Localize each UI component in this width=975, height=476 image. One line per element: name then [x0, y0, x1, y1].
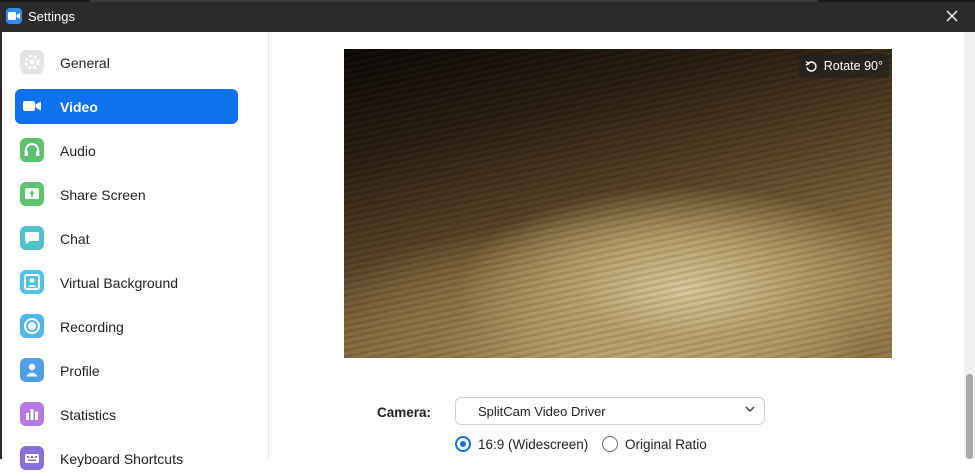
- headphones-icon: [20, 138, 44, 162]
- rotate-button[interactable]: Rotate 90°: [798, 54, 889, 78]
- radio-label: Original Ratio: [625, 436, 707, 452]
- sidebar-item-general[interactable]: General: [15, 45, 238, 80]
- person-icon: [20, 358, 44, 382]
- chevron-down-icon: [745, 406, 755, 413]
- sidebar-item-statistics[interactable]: Statistics: [15, 397, 238, 432]
- sidebar-item-profile[interactable]: Profile: [15, 353, 238, 388]
- settings-sidebar: General Video Audio Share Screen Chat Vi…: [2, 32, 269, 470]
- camera-label: Camera:: [377, 405, 432, 420]
- sidebar-item-label: General: [60, 55, 110, 71]
- sidebar-item-label: Recording: [60, 319, 124, 335]
- sidebar-item-label: Profile: [60, 363, 100, 379]
- share-screen-icon: [20, 182, 44, 206]
- video-settings-panel: Rotate 90°: [269, 32, 964, 459]
- radio-button[interactable]: [602, 436, 618, 452]
- radio-original-ratio[interactable]: Original Ratio: [602, 434, 707, 454]
- vertical-scrollbar[interactable]: [964, 32, 975, 459]
- sidebar-item-label: Audio: [60, 143, 96, 159]
- top-edge: [0, 0, 975, 2]
- radio-label: 16:9 (Widescreen): [478, 436, 589, 452]
- sidebar-item-label: Video: [60, 99, 98, 115]
- video-camera-icon: [20, 94, 44, 118]
- record-icon: [20, 314, 44, 338]
- keyboard-icon: [20, 446, 44, 470]
- scrollbar-thumb[interactable]: [966, 374, 973, 459]
- sidebar-item-label: Chat: [60, 231, 90, 247]
- camera-preview: Rotate 90°: [344, 49, 892, 358]
- portrait-icon: [20, 270, 44, 294]
- radio-button-selected[interactable]: [455, 436, 471, 452]
- sidebar-item-share-screen[interactable]: Share Screen: [15, 177, 238, 212]
- gear-icon: [20, 50, 44, 74]
- sidebar-item-audio[interactable]: Audio: [15, 133, 238, 168]
- rotate-icon: [805, 60, 817, 72]
- radio-widescreen[interactable]: 16:9 (Widescreen): [455, 434, 588, 454]
- sidebar-item-label: Share Screen: [60, 187, 146, 203]
- sidebar-item-label: Virtual Background: [60, 275, 179, 291]
- close-icon: [946, 10, 958, 22]
- camera-dropdown[interactable]: SplitCam Video Driver: [455, 397, 765, 425]
- chat-bubble-icon: [20, 226, 44, 250]
- sidebar-item-label: Keyboard Shortcuts: [60, 451, 183, 467]
- title-bar: Settings: [0, 0, 975, 32]
- sidebar-item-recording[interactable]: Recording: [15, 309, 238, 344]
- sidebar-item-chat[interactable]: Chat: [15, 221, 238, 256]
- sidebar-item-video[interactable]: Video: [15, 89, 238, 124]
- sidebar-item-label: Statistics: [60, 407, 117, 423]
- close-button[interactable]: [929, 0, 975, 32]
- preview-texture: [344, 49, 892, 358]
- sidebar-item-virtual-background[interactable]: Virtual Background: [15, 265, 238, 300]
- zoom-app-icon: [6, 8, 22, 24]
- bar-chart-icon: [20, 402, 44, 426]
- camera-selected-value: SplitCam Video Driver: [478, 404, 606, 419]
- rotate-label: Rotate 90°: [823, 59, 883, 73]
- window-title: Settings: [28, 9, 75, 24]
